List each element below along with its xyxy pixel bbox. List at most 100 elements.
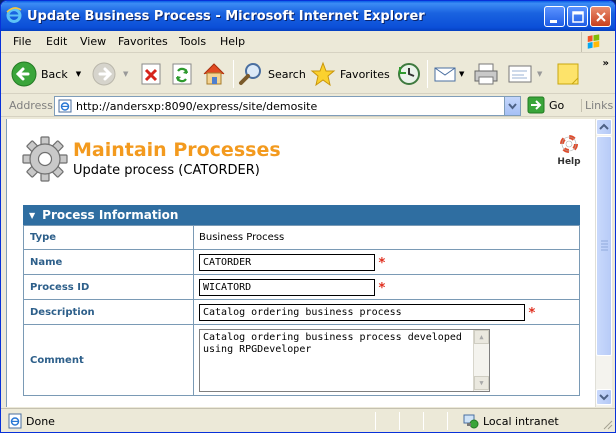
lifebuoy-help-icon (560, 135, 578, 153)
edit-button[interactable]: ▼ (507, 58, 542, 90)
scroll-down-icon[interactable]: ▼ (474, 375, 489, 390)
panel-title: Process Information (42, 208, 179, 222)
resize-grip-icon[interactable] (601, 418, 613, 430)
menu-file[interactable]: File (13, 35, 31, 48)
intranet-icon (463, 414, 479, 429)
forward-arrow-icon (92, 62, 116, 86)
favorites-star-icon (310, 61, 336, 87)
collapse-triangle-icon[interactable]: ▼ (29, 211, 35, 220)
mail-icon (434, 67, 456, 82)
menu-favorites[interactable]: Favorites (118, 35, 168, 48)
home-icon (203, 63, 225, 85)
back-dropdown-icon[interactable]: ▼ (76, 70, 81, 78)
process-id-cell: WICATORD * (193, 274, 580, 300)
required-marker: * (378, 256, 386, 271)
address-label: Address (9, 99, 53, 112)
process-id-label: Process ID (23, 274, 194, 300)
search-button[interactable]: Search (238, 58, 306, 90)
messenger-button[interactable] (555, 58, 581, 90)
menu-help[interactable]: Help (220, 35, 245, 48)
page-title: Maintain Processes (73, 139, 281, 161)
mail-dropdown-icon[interactable]: ▼ (459, 70, 464, 78)
sticky-note-icon (557, 63, 579, 85)
back-button[interactable]: Back ▼ (11, 58, 81, 90)
table-row: Comment Catalog ordering business proces… (23, 324, 580, 396)
process-id-input[interactable]: WICATORD (199, 278, 375, 296)
description-input[interactable]: Catalog ordering business process (199, 303, 525, 321)
comment-textarea[interactable]: Catalog ordering business process develo… (199, 328, 490, 392)
windows-flag-icon (581, 32, 600, 52)
name-cell: CATORDER * (193, 249, 580, 275)
grip-icon (601, 240, 608, 251)
toolbar-more-icon[interactable]: » (603, 58, 609, 69)
process-information-panel: ▼ Process Information Type Business Proc… (23, 205, 580, 396)
description-cell: Catalog ordering business process * (193, 299, 580, 325)
favorites-label: Favorites (340, 67, 390, 81)
refresh-button[interactable] (171, 58, 193, 90)
status-divider (399, 412, 400, 430)
description-label: Description (23, 299, 194, 325)
go-button[interactable]: Go (527, 96, 564, 114)
go-label: Go (549, 98, 565, 112)
status-bar: Done Local intranet (1, 408, 615, 432)
maximize-button[interactable] (567, 6, 588, 27)
address-input[interactable]: http://andersxp:8090/express/site/demosi… (54, 96, 521, 116)
name-label: Name (23, 249, 194, 275)
toolbar-separator (427, 60, 428, 88)
close-button[interactable] (590, 6, 611, 27)
scroll-down-button[interactable] (596, 389, 612, 405)
stop-icon (141, 63, 161, 85)
required-marker: * (378, 281, 386, 296)
menu-tools[interactable]: Tools (179, 35, 206, 48)
textarea-scrollbar[interactable]: ▲ ▼ (473, 329, 489, 391)
table-row: Name CATORDER * (23, 249, 580, 275)
page-subtitle: Update process (CATORDER) (73, 163, 260, 178)
page-icon (58, 99, 72, 113)
process-form-table: Type Business Process Name CATORDER * Pro… (23, 225, 580, 396)
forward-button[interactable]: ▼ (91, 58, 128, 90)
status-text: Done (26, 415, 55, 428)
zone-label: Local intranet (483, 414, 559, 428)
maximize-icon (572, 11, 584, 23)
comment-label: Comment (23, 324, 194, 396)
edit-page-icon (508, 65, 532, 83)
table-row: Type Business Process (23, 225, 580, 250)
favorites-button[interactable]: Favorites (310, 58, 390, 90)
edit-dropdown-icon[interactable]: ▼ (537, 70, 542, 78)
type-label: Type (23, 225, 194, 250)
browser-window: Update Business Process - Microsoft Inte… (0, 0, 616, 433)
comment-text: Catalog ordering business process develo… (203, 331, 462, 355)
name-input[interactable]: CATORDER (199, 253, 375, 271)
title-bar[interactable]: Update Business Process - Microsoft Inte… (1, 1, 615, 31)
scroll-thumb[interactable] (596, 136, 612, 356)
page-scrollbar[interactable] (595, 119, 612, 407)
links-button[interactable]: Links (581, 99, 613, 112)
back-label: Back (41, 67, 68, 81)
help-button[interactable]: Help (556, 135, 582, 167)
forward-dropdown-icon[interactable]: ▼ (123, 70, 128, 78)
scroll-up-icon[interactable]: ▲ (474, 329, 489, 344)
minimize-button[interactable] (544, 6, 565, 27)
table-row: Process ID WICATORD * (23, 274, 580, 300)
home-button[interactable] (201, 58, 227, 90)
printer-icon (474, 63, 498, 85)
scroll-up-button[interactable] (596, 119, 612, 135)
status-divider (423, 412, 424, 430)
ie-logo-icon (6, 7, 22, 23)
required-marker: * (528, 306, 536, 321)
gear-icon (22, 136, 68, 182)
mail-button[interactable]: ▼ (433, 58, 464, 90)
chevron-down-icon (508, 103, 517, 110)
page-content: Maintain Processes Update process (CATOR… (6, 119, 595, 407)
menu-bar: File Edit View Favorites Tools Help (1, 31, 615, 53)
comment-cell: Catalog ordering business process develo… (193, 324, 580, 396)
address-dropdown-button[interactable] (504, 97, 520, 115)
panel-header[interactable]: ▼ Process Information (23, 205, 580, 225)
stop-button[interactable] (140, 58, 162, 90)
security-zone[interactable]: Local intranet (463, 413, 559, 429)
menu-edit[interactable]: Edit (46, 35, 67, 48)
print-button[interactable] (473, 58, 499, 90)
search-icon (239, 63, 261, 85)
history-button[interactable] (396, 58, 422, 90)
menu-view[interactable]: View (80, 35, 106, 48)
